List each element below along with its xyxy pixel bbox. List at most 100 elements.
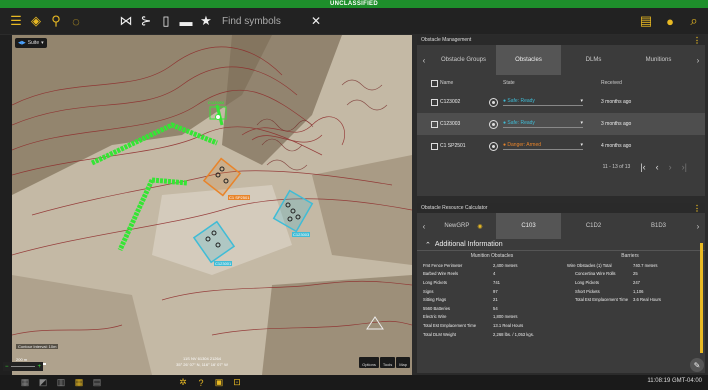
barriers-row: Concertina Wire Rolls 25 [575, 271, 638, 277]
tab-c1d2[interactable]: C1D2 [561, 213, 626, 239]
chevron-left-icon[interactable]: ‹ [417, 56, 431, 65]
panel-header: Obstacle Resource Calculator ⋮ [417, 203, 705, 213]
chevron-right-icon[interactable]: › [691, 222, 705, 231]
tab-munitions[interactable]: Munitions [626, 45, 691, 75]
panel-header: Obstacle Management ⋮ [417, 35, 705, 45]
locate-icon[interactable] [489, 97, 498, 107]
panel-title: Obstacle Resource Calculator [421, 205, 488, 211]
chevron-down-icon: ▾ [580, 98, 583, 104]
chevron-left-icon[interactable]: ‹ [417, 222, 431, 231]
barriers-row: Short Pickets 1,106 [575, 288, 644, 294]
table-row[interactable]: C123002 ● Safe: Ready ▾ 3 months ago [417, 91, 705, 113]
lasso-icon[interactable]: ◌ [66, 11, 86, 31]
app-logo-icon: ◀▶ [18, 40, 26, 46]
folder-icon[interactable]: ▬ [176, 11, 196, 31]
help-icon[interactable]: ? [192, 378, 210, 388]
first-page-icon[interactable]: |‹ [640, 162, 645, 172]
row-received: 3 months ago [601, 121, 632, 127]
table-icon[interactable]: ▤ [88, 377, 106, 388]
col-state: State [503, 80, 515, 86]
star-icon[interactable]: ★ [196, 11, 216, 31]
grid-icon[interactable]: ▦ [16, 377, 34, 388]
zoom-control[interactable]: − + [3, 362, 43, 371]
section-header[interactable]: ⌃ Additional Information [417, 239, 705, 251]
tab-b1d3[interactable]: B1D3 [626, 213, 691, 239]
row-checkbox[interactable] [431, 120, 438, 128]
map-pin-icon[interactable]: ⚲ [46, 11, 66, 31]
select-all-checkbox[interactable] [431, 79, 438, 87]
munitions-column: Munition Obstacles Fmt Fence Perimeter 2,… [423, 253, 561, 338]
chart-icon[interactable]: ◩ [34, 377, 52, 388]
map-button[interactable]: Map [396, 357, 410, 368]
more-icon[interactable]: ⋮ [693, 204, 701, 213]
munitions-row: Total DLM Weight 2,268 lbs. / 1,053 kgs. [423, 331, 534, 337]
map-view[interactable]: ◀▶ Suite ▾ C123002 C1 SP2501 C123003 C12… [12, 35, 412, 375]
layers-icon[interactable]: ◈ [26, 11, 46, 31]
tab-obstacles[interactable]: Obstacles [496, 45, 561, 75]
panels-icon[interactable]: ▦ [70, 377, 88, 388]
prev-page-icon[interactable]: ‹ [656, 162, 659, 172]
scrollbar[interactable] [700, 243, 703, 353]
map-label-c123003: C123003 [292, 232, 311, 237]
top-toolbar: ☰ ◈ ⚲ ◌ ⋈ ⊱ ▯ ▬ ★ ✕ ▤ ●0 ⌕ [0, 8, 708, 34]
settings-icon[interactable]: ✲ [174, 377, 192, 388]
last-page-icon[interactable]: ›| [682, 162, 687, 172]
more-icon[interactable]: ⋮ [693, 36, 701, 45]
app-root: { "classification": "UNCLASSIFIED", "too… [0, 0, 708, 390]
contour-interval: Contour Interval: 10m [16, 344, 59, 349]
symbol-search: ✕ [222, 11, 326, 31]
branch-icon[interactable]: ⊱ [136, 11, 156, 31]
edit-fab-icon[interactable]: ✎ [690, 358, 704, 372]
chevron-right-icon[interactable]: › [691, 56, 705, 65]
app-chip[interactable]: ◀▶ Suite ▾ [15, 38, 47, 48]
coords-latlon: 35° 26' 07" N, 116° 16' 07" W [176, 362, 228, 367]
tab-dlms[interactable]: DLMs [561, 45, 626, 75]
eye-icon[interactable]: ◉ [477, 223, 482, 230]
zoom-plus-icon[interactable]: + [37, 364, 41, 370]
layout-icon[interactable]: ▥ [52, 377, 70, 388]
table-row[interactable]: C1 SP2501 ● Danger: Armed ▾ 4 months ago [417, 135, 705, 157]
next-page-icon[interactable]: › [669, 162, 672, 172]
munitions-row: Signs 97 [423, 288, 498, 294]
report-icon[interactable]: ▤ [636, 11, 656, 31]
search-icon[interactable]: ⌕ [684, 11, 704, 31]
search-input[interactable] [222, 15, 292, 27]
route-icon[interactable]: ⋈ [116, 11, 136, 31]
locate-icon[interactable] [489, 119, 498, 129]
tools-button[interactable]: Tools [379, 357, 396, 368]
state-select[interactable]: ● Safe: Ready ▾ [503, 98, 583, 106]
row-checkbox[interactable] [431, 98, 438, 106]
munitions-row: Sitting Flags 21 [423, 297, 498, 303]
state-select[interactable]: ● Danger: Armed ▾ [503, 142, 583, 150]
options-button[interactable]: Options [359, 357, 379, 368]
munitions-title: Munition Obstacles [470, 253, 514, 259]
menu-icon[interactable]: ☰ [6, 11, 26, 31]
munitions-row: Long Pickets 741 [423, 279, 500, 285]
munitions-row: Electric Wire 1,800 meters [423, 314, 518, 320]
tab-obstacle-groups[interactable]: Obstacle Groups [431, 45, 496, 75]
barriers-title: Barriers [621, 253, 639, 259]
resource-grid: Munition Obstacles Fmt Fence Perimeter 2,… [417, 251, 705, 338]
coordinates-readout: 11S NV 61304 21264 35° 26' 07" N, 116° 1… [162, 356, 242, 368]
clipboard-icon[interactable]: ▯ [156, 11, 176, 31]
chevron-up-icon: ⌃ [425, 241, 431, 249]
locate-icon[interactable] [489, 141, 498, 151]
zoom-minus-icon[interactable]: − [5, 364, 9, 370]
orc-tabs: ‹ NewGRP ◉ C103 C1D2 B1D3 › [417, 213, 705, 239]
chevron-down-icon: ▾ [41, 40, 44, 46]
map-label-c123001: C123001 [214, 261, 233, 266]
table-row[interactable]: C123003 ● Safe: Ready ▾ 3 months ago [417, 113, 705, 135]
save-icon[interactable]: ▣ [210, 377, 228, 388]
munitions-row: Total Est Emplacement Time 13.1 Real Hour… [423, 322, 524, 328]
left-rail [0, 35, 12, 375]
tab-newgrp[interactable]: NewGRP ◉ [431, 213, 496, 239]
notifications-icon[interactable]: ● 0 [660, 11, 680, 31]
row-checkbox[interactable] [431, 142, 438, 150]
tab-c103[interactable]: C103 [496, 213, 561, 239]
close-icon[interactable]: ✕ [306, 11, 326, 31]
pager-range: 11 - 13 of 13 [602, 164, 631, 170]
map-canvas[interactable] [12, 35, 412, 375]
state-select[interactable]: ● Safe: Ready ▾ [503, 120, 583, 128]
map-label-c123002: C123002 [208, 100, 225, 105]
export-icon[interactable]: ⊡ [228, 377, 246, 388]
